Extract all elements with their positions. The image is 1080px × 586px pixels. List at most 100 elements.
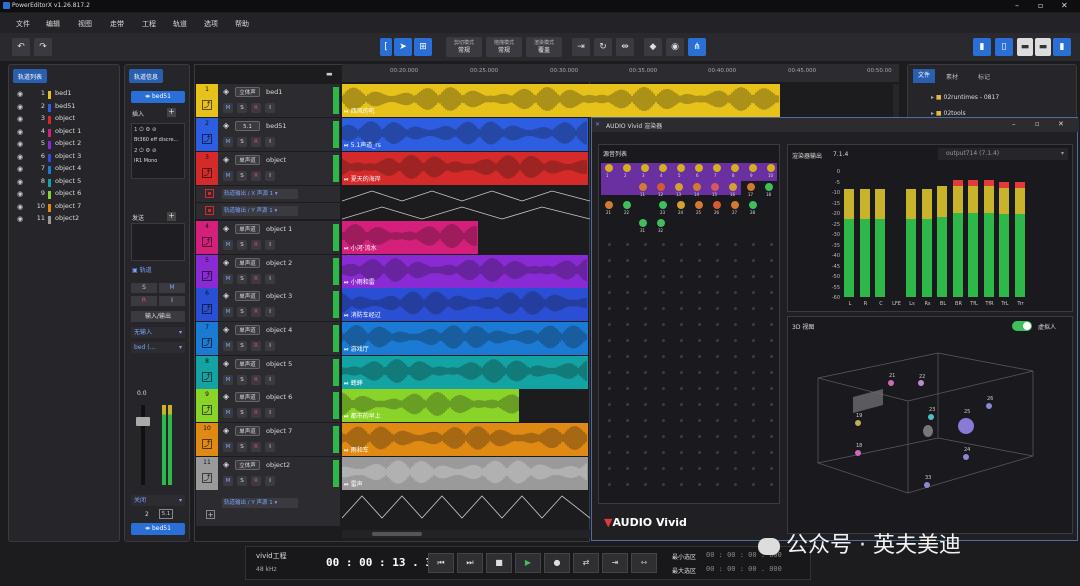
input-monitor-button[interactable]: I: [265, 307, 275, 317]
loop-button[interactable]: ⇄: [573, 553, 599, 573]
audio-clip[interactable]: ⏯ 蟋蟀: [342, 356, 588, 389]
solo-button[interactable]: S: [237, 476, 247, 486]
close-icon[interactable]: ✕: [1058, 120, 1064, 128]
track-header[interactable]: 3 ⤴ ◈ 单声道 object M S R I: [196, 152, 340, 185]
source-dot[interactable]: [677, 201, 685, 209]
eye-icon[interactable]: ◉: [17, 115, 23, 123]
audio-clip[interactable]: ⏯ 小雨和雷: [342, 255, 588, 288]
3d-space-view[interactable]: 21 22 26 25 23 24 33 18 19: [788, 333, 1074, 533]
source-dot[interactable]: [749, 201, 757, 209]
source-25[interactable]: [958, 418, 974, 434]
input-monitor-button[interactable]: I: [265, 103, 275, 113]
source-dot[interactable]: [731, 164, 739, 172]
track-header[interactable]: 7 ⤴ ◈ 单声道 object 4 M S R I: [196, 322, 340, 355]
solo-button[interactable]: S: [237, 341, 247, 351]
eye-icon[interactable]: ◉: [17, 103, 23, 111]
record-arm-button[interactable]: R: [251, 375, 261, 385]
automation-toggle-icon[interactable]: ⤴: [202, 439, 212, 449]
track-list-item[interactable]: ◉ 5 object 2: [13, 139, 119, 151]
solo-button[interactable]: S: [237, 375, 247, 385]
source-dot[interactable]: [623, 201, 631, 209]
automation-toggle-icon[interactable]: ⤴: [202, 405, 212, 415]
volume-fader-handle[interactable]: [136, 417, 150, 426]
maximize-icon[interactable]: ▫: [1035, 120, 1040, 128]
mute-button[interactable]: M: [223, 240, 233, 250]
source-dot[interactable]: [713, 201, 721, 209]
output-select[interactable]: bed (... ▾: [131, 342, 185, 353]
eye-icon[interactable]: ◉: [17, 178, 23, 186]
audio-clip[interactable]: ⏯ 小河·流水: [342, 221, 478, 254]
source-dot[interactable]: [657, 219, 665, 227]
minimize-icon[interactable]: –: [1012, 120, 1016, 128]
input-monitor-button[interactable]: I: [159, 296, 185, 306]
solo-button[interactable]: S: [237, 137, 247, 147]
automation-curve-y2[interactable]: [342, 490, 590, 524]
audio-clip[interactable]: ⏯ 都市的早上: [342, 389, 519, 422]
track-header[interactable]: 5 ⤴ ◈ 单声道 object 2 M S R I: [196, 255, 340, 288]
input-monitor-button[interactable]: I: [265, 171, 275, 181]
source-dot[interactable]: [765, 183, 773, 191]
mute-button[interactable]: M: [223, 274, 233, 284]
automation-icon[interactable]: ▪: [205, 189, 214, 198]
channel-format-chip[interactable]: 单声道: [235, 426, 260, 436]
track-header[interactable]: 8 ⤴ ◈ 单声道 object 5 M S R I: [196, 356, 340, 389]
add-send-icon[interactable]: +: [167, 212, 176, 221]
track-list-item[interactable]: ◉ 1 bed1: [13, 89, 119, 101]
source-dot[interactable]: [605, 201, 613, 209]
source-dot[interactable]: [639, 219, 647, 227]
track-header[interactable]: 11 ⤴ ◈ 立体声 object2 M S R I: [196, 457, 340, 490]
channel-format[interactable]: 5.1: [159, 509, 173, 519]
mute-button[interactable]: M: [223, 103, 233, 113]
input-monitor-button[interactable]: I: [265, 375, 275, 385]
layout-left-button[interactable]: ▮: [973, 38, 991, 56]
source-dot[interactable]: [675, 183, 683, 191]
input-select[interactable]: 无输入 ▾: [131, 327, 185, 338]
eye-icon[interactable]: ◉: [17, 190, 23, 198]
solo-button[interactable]: S: [237, 103, 247, 113]
channel-format-chip[interactable]: 单声道: [235, 224, 260, 234]
eye-icon[interactable]: ◉: [17, 215, 23, 223]
record-arm-button[interactable]: R: [251, 103, 261, 113]
loop-icon[interactable]: ↻: [594, 38, 612, 56]
marker-icon[interactable]: ◆: [644, 38, 662, 56]
track-list-item[interactable]: ◉ 8 object 5: [13, 177, 119, 189]
source-dot[interactable]: [695, 164, 703, 172]
solo-button[interactable]: S: [237, 442, 247, 452]
source-dot[interactable]: [657, 183, 665, 191]
layout-center-button[interactable]: ▯: [995, 38, 1013, 56]
source-24[interactable]: [963, 454, 969, 460]
solo-button[interactable]: S: [237, 307, 247, 317]
record-arm-button[interactable]: R: [251, 341, 261, 351]
tab-markers[interactable]: 标记: [978, 72, 990, 81]
go-start-button[interactable]: ⏮: [428, 553, 454, 573]
minimize-icon[interactable]: –: [1015, 1, 1019, 10]
source-dot[interactable]: [729, 183, 737, 191]
render-mode-select[interactable]: 渲染模式 覆盖: [526, 37, 562, 57]
prev-button[interactable]: ⏭: [457, 553, 483, 573]
stop-button[interactable]: ■: [486, 553, 512, 573]
cut-mode-select[interactable]: 剪切模式 常规: [446, 37, 482, 57]
source-dot[interactable]: [731, 201, 739, 209]
record-arm-button[interactable]: R: [251, 476, 261, 486]
eye-icon[interactable]: ◉: [17, 153, 23, 161]
solo-button[interactable]: S: [237, 274, 247, 284]
automation-toggle-icon[interactable]: ⤴: [202, 237, 212, 247]
bottom-track-button[interactable]: ⇼ bed51: [131, 523, 185, 535]
source-22[interactable]: [918, 380, 924, 386]
mute-button[interactable]: M: [223, 442, 233, 452]
automation-toggle-icon[interactable]: ⤴: [202, 134, 212, 144]
track-list-item[interactable]: ◉ 3 object: [13, 114, 119, 126]
punch-button[interactable]: ⇥: [602, 553, 628, 573]
file-tree-item[interactable]: ▸ ■ 02runtimes - 0817: [931, 94, 999, 101]
audio-clip[interactable]: ⏯ 消防车经过: [342, 288, 588, 321]
insert-slot[interactable]: 1 ⏻ ⚙ ⊘ Bt360 eff discre... 2 ⏻ ⚙ ⊘ IR1 …: [131, 123, 185, 179]
eye-icon[interactable]: ◉: [17, 140, 23, 148]
menu-transport[interactable]: 走带: [110, 19, 124, 29]
menu-help[interactable]: 帮助: [235, 19, 249, 29]
track-list-item[interactable]: ◉ 9 object 6: [13, 189, 119, 201]
audio-clip[interactable]: ⏯ 游戏厅: [342, 322, 588, 355]
channel-format-chip[interactable]: 单声道: [235, 359, 260, 369]
track-list-item[interactable]: ◉ 6 object 3: [13, 152, 119, 164]
source-33[interactable]: [924, 482, 930, 488]
automation-icon[interactable]: ▪: [205, 206, 214, 215]
